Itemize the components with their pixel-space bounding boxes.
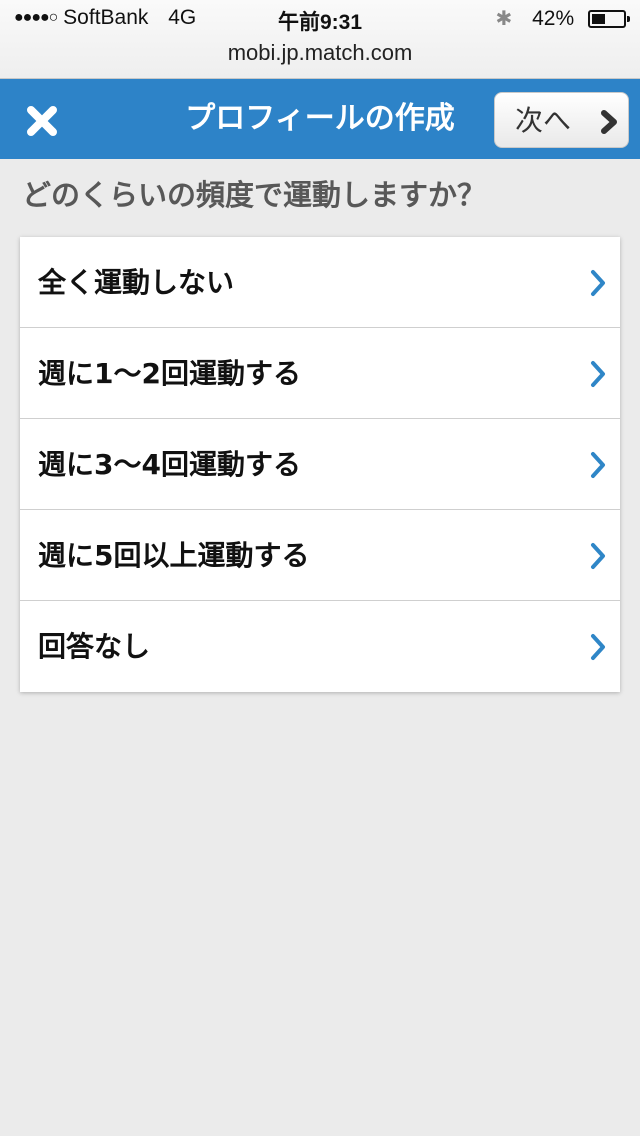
option-label: 全く運動しない	[38, 266, 235, 299]
battery-tip	[627, 16, 630, 22]
option-label: 週に5回以上運動する	[38, 539, 310, 572]
url-bar[interactable]: mobi.jp.match.com	[0, 40, 640, 66]
browser-status-area: ●●●●○ SoftBank 4G 午前9:31 ✱ 42% mobi.jp.m…	[0, 0, 640, 79]
page-title: プロフィールの作成	[185, 101, 455, 136]
option-no-answer[interactable]: 回答なし	[20, 601, 620, 692]
battery-level	[592, 14, 605, 24]
chevron-right-icon	[591, 452, 605, 478]
next-button[interactable]: 次へ	[494, 92, 629, 148]
option-3-4-per-week[interactable]: 週に3〜4回運動する	[20, 419, 620, 510]
close-button[interactable]	[20, 99, 64, 143]
chevron-right-icon	[591, 634, 605, 660]
options-list: 全く運動しない 週に1〜2回運動する 週に3〜4回運動する 週に5回以上運動する…	[20, 237, 620, 692]
nav-bar: プロフィールの作成 次へ	[0, 79, 640, 159]
option-label: 週に3〜4回運動する	[38, 448, 301, 481]
status-bar: ●●●●○ SoftBank 4G 午前9:31 ✱ 42%	[0, 6, 640, 36]
next-button-label: 次へ	[515, 104, 572, 137]
chevron-right-icon	[591, 361, 605, 387]
option-5-plus-per-week[interactable]: 週に5回以上運動する	[20, 510, 620, 601]
question-heading: どのくらいの頻度で運動しますか？	[22, 178, 487, 212]
status-right: ✱ 42%	[495, 6, 630, 31]
option-no-exercise[interactable]: 全く運動しない	[20, 237, 620, 328]
chevron-right-icon	[591, 270, 605, 296]
battery-percent: 42%	[532, 7, 575, 30]
battery-icon	[588, 10, 630, 28]
option-label: 回答なし	[38, 630, 151, 663]
bluetooth-icon: ✱	[495, 8, 513, 30]
close-icon	[27, 106, 57, 136]
chevron-right-icon	[601, 110, 617, 134]
option-label: 週に1〜2回運動する	[38, 357, 301, 390]
chevron-right-icon	[591, 543, 605, 569]
option-1-2-per-week[interactable]: 週に1〜2回運動する	[20, 328, 620, 419]
